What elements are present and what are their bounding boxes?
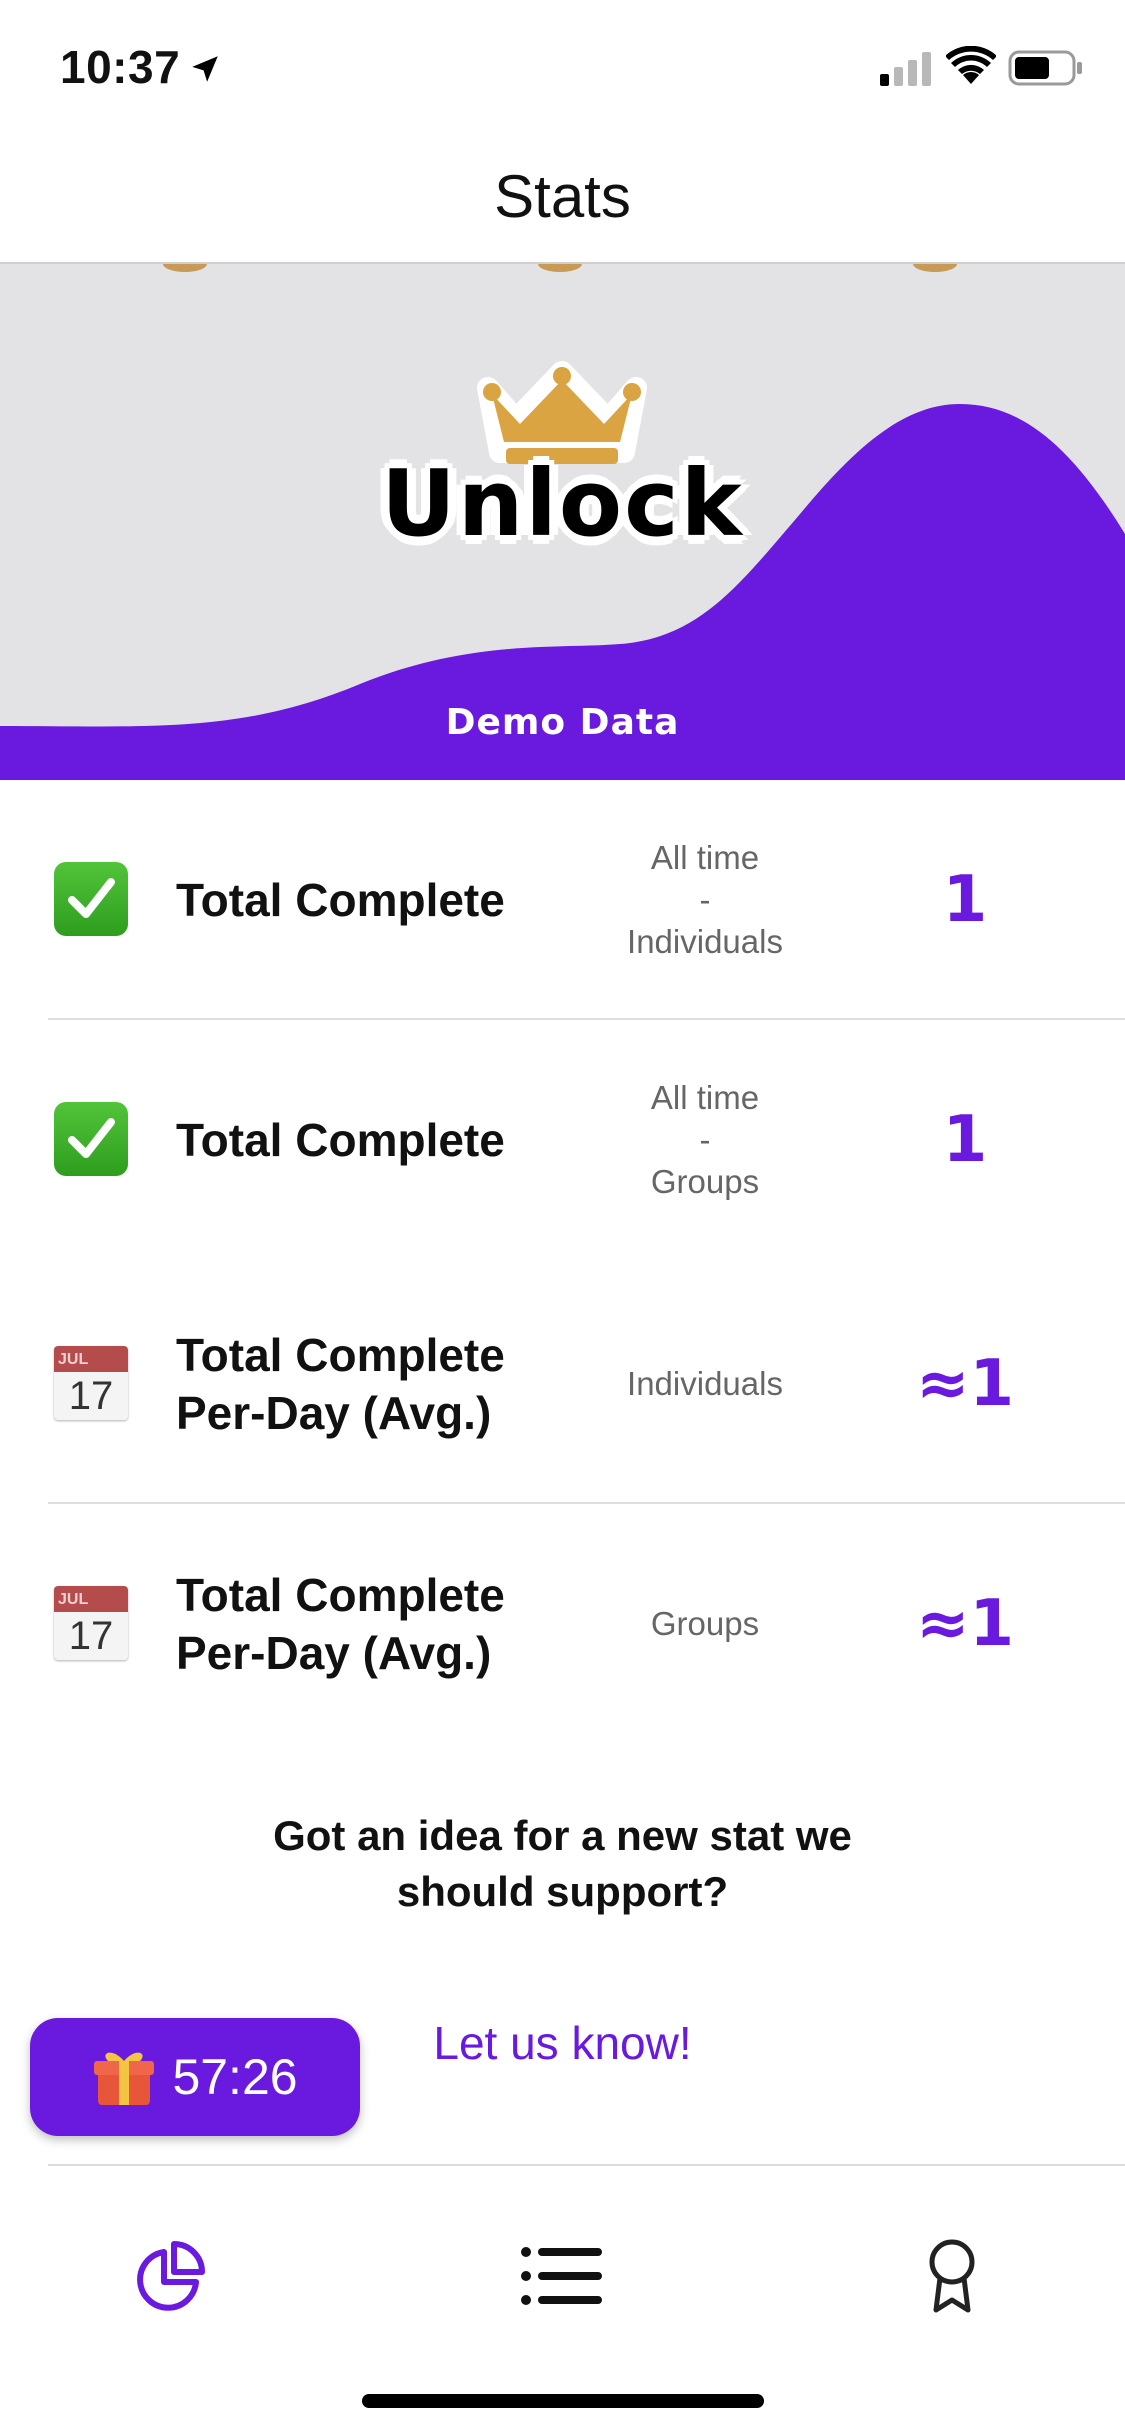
status-bar: 10:37 [0,0,1125,132]
stat-scope-line: - [699,1121,711,1158]
stat-value: 1 [942,863,988,937]
stat-value: ≈1 [915,1587,1015,1661]
calendar-month: JUL [54,1346,128,1372]
pie-chart-icon [137,2241,205,2311]
stat-suggestion-text: Got an idea for a new stat we should sup… [273,1812,852,1915]
stat-label: Total Complete Per-Day (Avg.) [176,1329,505,1439]
stat-scope: Groups [570,1504,840,1744]
stat-label: Total Complete [176,874,505,926]
tab-list[interactable] [512,2226,612,2326]
page-title: Stats [494,163,631,230]
list-icon [521,2247,602,2305]
check-mark-icon [54,1102,128,1176]
stat-scope-line: All time [650,839,760,876]
home-indicator [362,2394,764,2408]
stat-row: Total Complete All time - Groups 1 [0,1020,1125,1260]
stat-scope-line: Individuals [627,1365,783,1402]
battery-icon [1008,50,1082,86]
calendar-day: 17 [68,1614,114,1658]
stat-label: Total Complete [176,1114,505,1166]
gift-timer-countdown: 57:26 [172,2049,298,2105]
unlock-label: Unlock [381,450,744,557]
tab-stats[interactable] [120,2226,220,2326]
wifi-icon [946,46,996,84]
stat-scope-line: Groups [650,1605,760,1642]
stat-row: Total Complete All time - Individuals 1 [0,780,1125,1020]
navigation-bar: Stats [0,132,1125,264]
calendar-icon: JUL 17 [54,1586,128,1660]
tab-awards[interactable] [902,2226,1002,2326]
stat-row: JUL 17 Total Complete Per-Day (Avg.) Gro… [0,1504,1125,1744]
award-ribbon-icon [929,2239,975,2313]
gift-icon [94,2052,155,2105]
unlock-banner[interactable]: Unlock Demo Data [0,264,1125,780]
stat-scope-line: All time [650,1079,760,1116]
stat-suggestion-prompt: Got an idea for a new stat we should sup… [0,1808,1125,1920]
calendar-day: 17 [68,1374,114,1418]
demo-data-label: Demo Data [445,702,680,743]
stat-value: 1 [942,1103,988,1177]
gift-timer-button[interactable]: 57:26 [30,2018,360,2136]
calendar-month: JUL [54,1586,128,1612]
check-mark-icon [54,862,128,936]
stat-scope-line: Groups [650,1163,760,1200]
status-time: 10:37 [60,41,181,93]
cellular-signal-icon [880,52,931,86]
calendar-icon: JUL 17 [54,1346,128,1420]
location-arrow-icon [192,56,218,82]
stat-scope: All time - Groups [570,1020,840,1260]
stat-scope: Individuals [570,1264,840,1504]
stat-label: Total Complete Per-Day (Avg.) [176,1569,505,1679]
stat-scope-line: - [699,881,711,918]
stat-value: ≈1 [915,1347,1015,1421]
stat-row: JUL 17 Total Complete Per-Day (Avg.) Ind… [0,1264,1125,1504]
stat-scope: All time - Individuals [570,780,840,1020]
stat-scope-line: Individuals [627,923,783,960]
